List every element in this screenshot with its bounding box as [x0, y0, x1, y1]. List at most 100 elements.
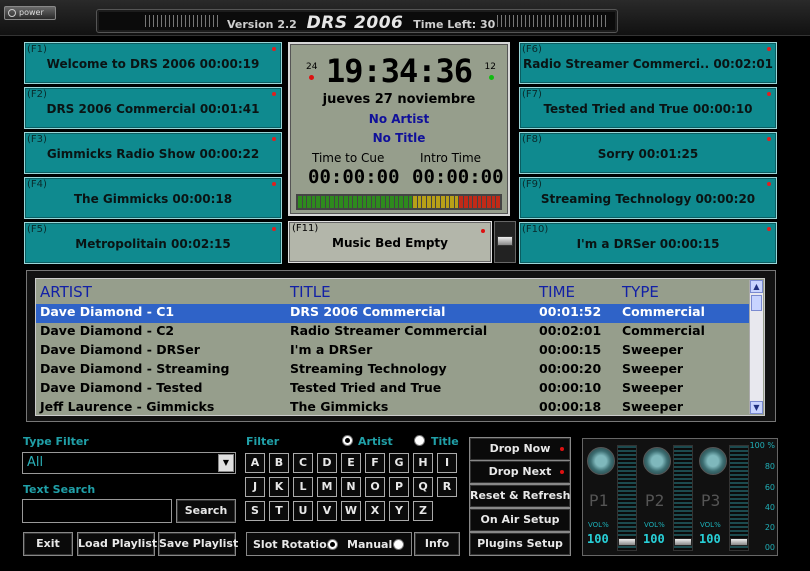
type-filter-select[interactable]: All ▼ — [22, 452, 236, 474]
slider-knob[interactable] — [730, 538, 748, 546]
letter-key-o[interactable]: O — [365, 477, 385, 497]
cart-f6[interactable]: (F6) Radio Streamer Commerci.. 00:02:01 — [519, 42, 777, 84]
cart-f9[interactable]: (F9) Streaming Technology 00:00:20 — [519, 177, 777, 219]
manual-radio[interactable] — [393, 539, 404, 550]
cart-f8[interactable]: (F8) Sorry 00:01:25 — [519, 132, 777, 174]
p3-label: P3 — [701, 491, 721, 510]
letter-key-l[interactable]: L — [293, 477, 313, 497]
cart-f5[interactable]: (F5) Metropolitain 00:02:15 — [24, 222, 282, 264]
letter-key-j[interactable]: J — [245, 477, 265, 497]
playlist-scrollbar[interactable]: ▲ ▼ — [749, 280, 763, 414]
letter-key-a[interactable]: A — [245, 453, 265, 473]
table-row[interactable]: Jeff Laurence - Gimmicks The Gimmicks 00… — [36, 399, 754, 415]
slot-rotation-radio[interactable] — [327, 539, 338, 550]
cart-key: (F7) — [522, 89, 542, 100]
info-button[interactable]: Info — [414, 532, 460, 556]
letter-key-v[interactable]: V — [317, 501, 337, 521]
header-time[interactable]: TIME — [539, 283, 575, 301]
letter-key-e[interactable]: E — [341, 453, 361, 473]
letter-key-h[interactable]: H — [413, 453, 433, 473]
cart-f7[interactable]: (F7) Tested Tried and True 00:00:10 — [519, 87, 777, 129]
cell-artist: Dave Diamond - Tested — [40, 380, 203, 395]
search-button[interactable]: Search — [176, 499, 236, 523]
p3-knob-icon[interactable] — [699, 447, 727, 475]
slider-knob[interactable] — [618, 538, 636, 546]
p1-volume-slider[interactable] — [617, 445, 637, 551]
letter-key-q[interactable]: Q — [413, 477, 433, 497]
header-type[interactable]: TYPE — [622, 283, 659, 301]
filter-artist-radio[interactable] — [342, 435, 353, 446]
letter-key-b[interactable]: B — [269, 453, 289, 473]
load-playlist-button[interactable]: Load Playlist — [77, 532, 157, 556]
chevron-down-icon[interactable]: ▼ — [218, 454, 234, 472]
letter-key-p[interactable]: P — [389, 477, 409, 497]
letter-key-f[interactable]: F — [365, 453, 385, 473]
time-left-text: Time Left: 30 — [413, 18, 496, 31]
on-air-setup-button[interactable]: On Air Setup — [469, 508, 571, 532]
p2-knob-icon[interactable] — [643, 447, 671, 475]
letter-key-w[interactable]: W — [341, 501, 361, 521]
save-playlist-button[interactable]: Save Playlist — [158, 532, 238, 556]
table-row[interactable]: Dave Diamond - Streaming Streaming Techn… — [36, 361, 754, 380]
letter-key-n[interactable]: N — [341, 477, 361, 497]
vu-segment — [473, 196, 477, 208]
letter-key-u[interactable]: U — [293, 501, 313, 521]
letter-key-d[interactable]: D — [317, 453, 337, 473]
vu-segment — [422, 196, 427, 208]
p2-volume-slider[interactable] — [673, 445, 693, 551]
vu-segment — [344, 196, 348, 208]
cart-f10[interactable]: (F10) I'm a DRSer 00:00:15 — [519, 222, 777, 264]
status-led-icon — [767, 47, 771, 51]
music-bed-fader[interactable] — [494, 221, 516, 263]
letter-key-y[interactable]: Y — [389, 501, 409, 521]
cart-f4[interactable]: (F4) The Gimmicks 00:00:18 — [24, 177, 282, 219]
cell-time: 00:00:10 — [539, 380, 602, 395]
letter-key-z[interactable]: Z — [413, 501, 433, 521]
drop-now-button[interactable]: Drop Now — [469, 437, 571, 461]
table-row[interactable]: Dave Diamond - C2 Radio Streamer Commerc… — [36, 323, 754, 342]
letter-key-x[interactable]: X — [365, 501, 385, 521]
letter-key-g[interactable]: G — [389, 453, 409, 473]
letter-key-i[interactable]: I — [437, 453, 457, 473]
intro-time-value: 00:00:00 — [412, 166, 504, 188]
cart-label: Music Bed Empty — [332, 236, 448, 250]
status-led-icon — [767, 92, 771, 96]
cart-f2[interactable]: (F2) DRS 2006 Commercial 00:01:41 — [24, 87, 282, 129]
p3-volume-slider[interactable] — [729, 445, 749, 551]
letter-key-k[interactable]: K — [269, 477, 289, 497]
cell-type: Sweeper — [622, 342, 684, 357]
letter-key-m[interactable]: M — [317, 477, 337, 497]
table-row[interactable]: Dave Diamond - C1 DRS 2006 Commercial 00… — [36, 304, 754, 323]
plugins-setup-button[interactable]: Plugins Setup — [469, 532, 571, 556]
exit-button[interactable]: Exit — [23, 532, 73, 556]
letter-key-r[interactable]: R — [437, 477, 457, 497]
scroll-down-icon[interactable]: ▼ — [750, 401, 763, 414]
filter-title-radio[interactable] — [414, 435, 425, 446]
vu-segment — [482, 196, 486, 208]
table-row[interactable]: Dave Diamond - Tested Tested Tried and T… — [36, 380, 754, 399]
playlist-table: ARTIST TITLE TIME TYPE Dave Diamond - C1… — [35, 278, 765, 416]
table-row[interactable]: Dave Diamond - DRSer I'm a DRSer 00:00:1… — [36, 342, 754, 361]
vu-segment — [353, 196, 357, 208]
letter-key-s[interactable]: S — [245, 501, 265, 521]
cart-f1[interactable]: (F1) Welcome to DRS 2006 00:00:19 — [24, 42, 282, 84]
cart-f3[interactable]: (F3) Gimmicks Radio Show 00:00:22 — [24, 132, 282, 174]
cart-key: (F3) — [27, 134, 47, 145]
scroll-up-icon[interactable]: ▲ — [750, 280, 763, 293]
power-button[interactable]: power — [4, 6, 56, 20]
fader-knob[interactable] — [497, 236, 513, 246]
header-title[interactable]: TITLE — [290, 283, 331, 301]
drop-next-button[interactable]: Drop Next — [469, 460, 571, 484]
text-search-input[interactable] — [22, 499, 172, 523]
status-led-icon — [481, 229, 485, 233]
p1-knob-icon[interactable] — [587, 447, 615, 475]
intro-time-label: Intro Time — [420, 151, 482, 165]
letter-key-t[interactable]: T — [269, 501, 289, 521]
header-artist[interactable]: ARTIST — [40, 283, 92, 301]
reset-refresh-button[interactable]: Reset & Refresh — [469, 484, 571, 508]
cart-f11-music-bed[interactable]: (F11) Music Bed Empty — [288, 221, 492, 263]
vu-segment — [298, 196, 302, 208]
letter-key-c[interactable]: C — [293, 453, 313, 473]
scroll-thumb[interactable] — [751, 295, 762, 311]
slider-knob[interactable] — [674, 538, 692, 546]
